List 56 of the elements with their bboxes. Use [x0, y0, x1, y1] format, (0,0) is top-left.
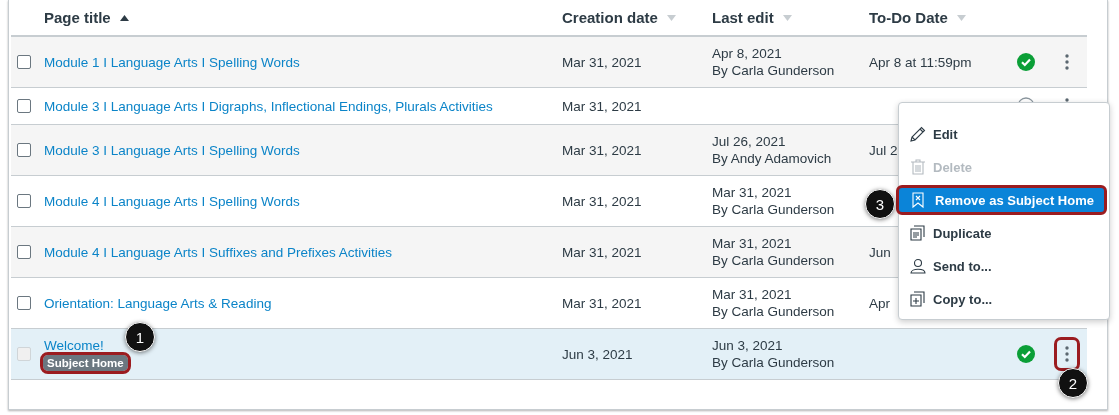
menu-item[interactable]: Send to...: [899, 251, 1109, 281]
table-cell: Jul 26, 2021: [712, 134, 786, 149]
table-cell: Jun 3, 2021: [562, 346, 633, 362]
menu-item[interactable]: Copy to...: [899, 284, 1109, 314]
page-link[interactable]: Module 3 I Language Arts I Digraphs, Inflectional Endings, Plurals Activities: [44, 98, 493, 114]
subject-home-badge: Subject Home: [43, 354, 128, 371]
table-cell: Mar 31, 2021: [562, 98, 642, 114]
page-link[interactable]: Module 1 I Language Arts I Spelling Words: [44, 54, 300, 70]
published-icon[interactable]: [1017, 345, 1035, 363]
page-link[interactable]: Module 4 I Language Arts I Spelling Words: [44, 193, 300, 209]
column-header[interactable]: Last edit: [704, 9, 861, 26]
copy-plus-icon: [909, 290, 927, 308]
table-cell: Apr 8, 2021: [712, 46, 782, 61]
checkbox[interactable]: [16, 143, 31, 157]
menu-item[interactable]: Remove as Subject Home: [896, 185, 1107, 215]
menu-item[interactable]: Duplicate: [899, 218, 1109, 248]
column-header[interactable]: Creation date: [554, 9, 704, 26]
checkbox[interactable]: [16, 296, 31, 310]
table-cell: Mar 31, 2021: [712, 287, 792, 302]
table-cell: Mar 31, 2021: [562, 142, 642, 158]
page-link[interactable]: Module 3 I Language Arts I Spelling Words: [44, 142, 300, 158]
published-icon[interactable]: [1017, 53, 1035, 71]
menu-item[interactable]: Edit: [899, 119, 1109, 149]
step-callout: 2: [1058, 368, 1088, 398]
table-cell: Mar 31, 2021: [562, 54, 642, 70]
table-cell: Jun 3, 2021: [712, 338, 783, 353]
table-cell: Jul 2: [869, 142, 898, 158]
table-cell: Mar 31, 2021: [562, 193, 642, 209]
person-icon: [909, 257, 927, 275]
table-cell: Apr: [869, 295, 890, 311]
table-cell: Mar 31, 2021: [562, 295, 642, 311]
pencil-icon: [909, 125, 927, 143]
column-header[interactable]: Page title: [36, 9, 554, 26]
table-cell: Mar 31, 2021: [562, 244, 642, 260]
bookmark-icon: [909, 191, 927, 209]
table-cell: By Carla Gunderson: [712, 355, 835, 370]
table-cell: Apr 8 at 11:59pm: [869, 54, 972, 70]
table-cell: By Carla Gunderson: [712, 304, 835, 319]
page-link[interactable]: Orientation: Language Arts & Reading: [44, 295, 272, 311]
page-link[interactable]: Module 4 I Language Arts I Suffixes and Prefixes Activities: [44, 244, 392, 260]
table-cell: By Carla Gunderson: [712, 253, 835, 268]
more-options-icon[interactable]: [1056, 340, 1077, 368]
checkbox[interactable]: [16, 99, 31, 113]
table-cell: Mar 31, 2021: [712, 185, 792, 200]
copy-icon: [909, 224, 927, 242]
checkbox[interactable]: [16, 55, 31, 69]
table-cell: Jun: [869, 244, 891, 260]
column-header[interactable]: To-Do Date: [861, 9, 1006, 26]
page-link[interactable]: Welcome!: [44, 337, 104, 353]
checkbox[interactable]: [16, 245, 31, 259]
trash-icon: [909, 158, 927, 176]
table-cell: By Carla Gunderson: [712, 202, 835, 217]
table-cell: By Andy Adamovich: [712, 151, 832, 166]
table-cell: Mar 31, 2021: [712, 236, 792, 251]
checkbox[interactable]: [16, 194, 31, 208]
table-cell: By Carla Gunderson: [712, 63, 835, 78]
